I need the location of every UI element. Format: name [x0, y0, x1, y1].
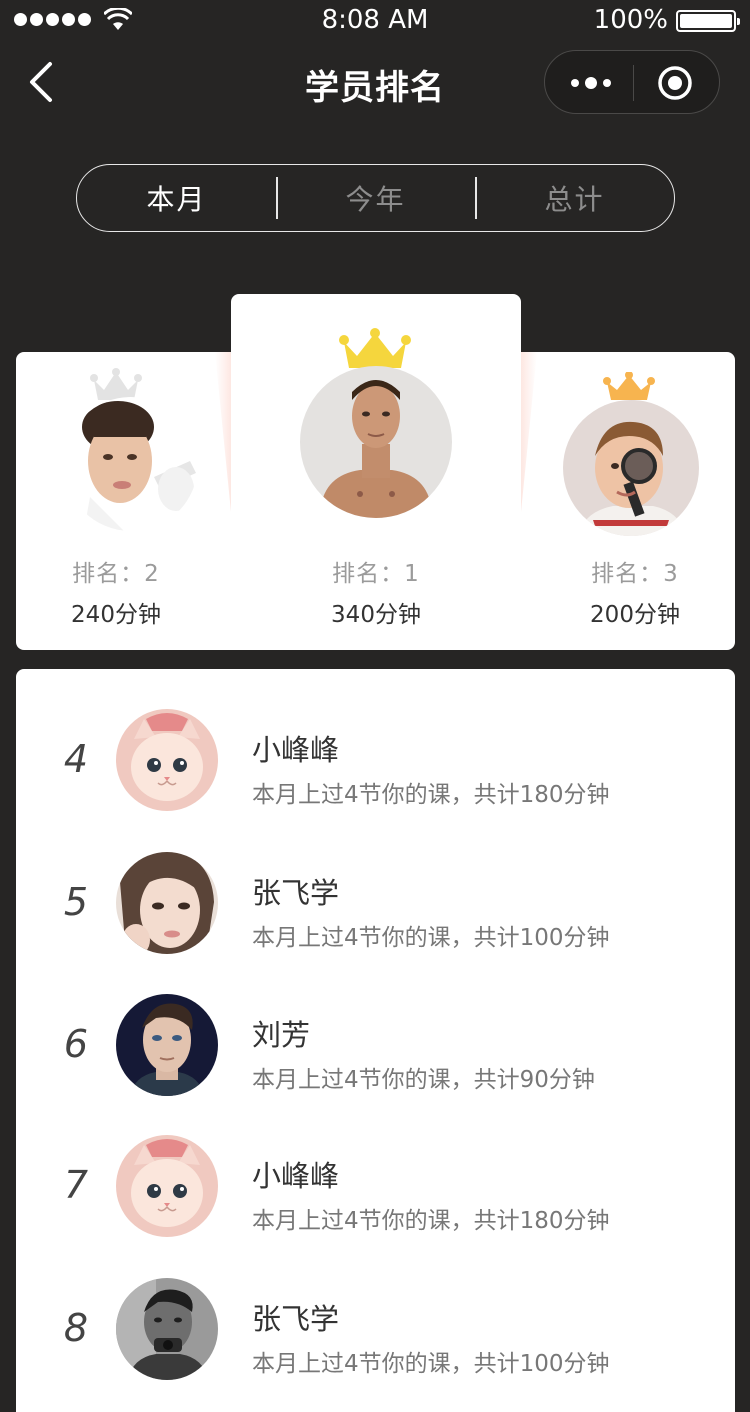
period-tabs: 本月 今年 总计 [76, 164, 675, 232]
nav-bar: 学员排名 [0, 40, 750, 128]
bronze-crown-icon [603, 372, 655, 400]
cat-avatar [116, 1135, 218, 1237]
more-icon[interactable] [569, 71, 613, 95]
status-bar: 8:08 AM 100% [0, 0, 750, 40]
minutes-second: 240分钟 [71, 602, 161, 628]
list-item[interactable]: 5 张飞学 本月上过4节你的课，共计100分钟 [16, 852, 735, 962]
list-item[interactable]: 8 张飞学 本月上过4节你的课，共计100分钟 [16, 1278, 735, 1388]
list-item[interactable]: 7 小峰峰 本月上过4节你的课，共计180分钟 [16, 1135, 735, 1245]
minutes-third: 200分钟 [590, 602, 680, 628]
rank-number: 7 [63, 1163, 89, 1207]
podium-first[interactable]: 排名：1 340分钟 [231, 294, 521, 650]
student-name: 张飞学 [252, 1302, 340, 1336]
capsule-divider [633, 65, 634, 101]
tab-this-year[interactable]: 今年 [276, 165, 475, 231]
student-summary: 本月上过4节你的课，共计180分钟 [252, 782, 610, 808]
podium-second[interactable]: 排名：2 240分钟 [16, 352, 216, 650]
close-mini-program-icon[interactable] [657, 65, 693, 101]
man-gray-avatar [116, 1278, 218, 1380]
battery-icon [676, 10, 740, 32]
student-name: 小峰峰 [252, 733, 340, 767]
rank-label-first: 排名：1 [332, 561, 420, 587]
rank-label-second: 排名：2 [72, 561, 160, 587]
tab-total[interactable]: 总计 [475, 165, 674, 231]
student-summary: 本月上过4节你的课，共计90分钟 [252, 1067, 595, 1093]
minutes-first: 340分钟 [331, 602, 421, 628]
rank-number: 8 [63, 1306, 89, 1350]
man-dark-avatar [116, 994, 218, 1096]
list-item[interactable]: 4 小峰峰 本月上过4节你的课，共计180分钟 [16, 709, 735, 819]
student-name: 刘芳 [252, 1018, 311, 1052]
gold-crown-icon [339, 328, 411, 368]
list-item[interactable]: 6 刘芳 本月上过4节你的课，共计90分钟 [16, 994, 735, 1104]
mini-program-capsule [544, 50, 720, 114]
student-name: 小峰峰 [252, 1159, 340, 1193]
rank-label-third: 排名：3 [591, 561, 679, 587]
battery-percent: 100% [593, 5, 668, 35]
rank-number: 6 [63, 1022, 89, 1066]
avatar-third [563, 400, 699, 536]
avatar-second [64, 397, 198, 531]
tab-this-month[interactable]: 本月 [77, 165, 276, 231]
student-summary: 本月上过4节你的课，共计100分钟 [252, 925, 610, 951]
podium-third[interactable]: 排名：3 200分钟 [535, 352, 735, 650]
avatar-first [300, 366, 452, 518]
student-summary: 本月上过4节你的课，共计180分钟 [252, 1208, 610, 1234]
woman-avatar [116, 852, 218, 954]
rank-number: 5 [63, 880, 89, 924]
rank-number: 4 [63, 737, 89, 781]
ranking-list: 4 小峰峰 本月上过4节你的课，共计180分钟 5 张飞学 本月上过4节你的课，… [16, 669, 735, 1412]
student-summary: 本月上过4节你的课，共计100分钟 [252, 1351, 610, 1377]
student-name: 张飞学 [252, 876, 340, 910]
cat-avatar [116, 709, 218, 811]
